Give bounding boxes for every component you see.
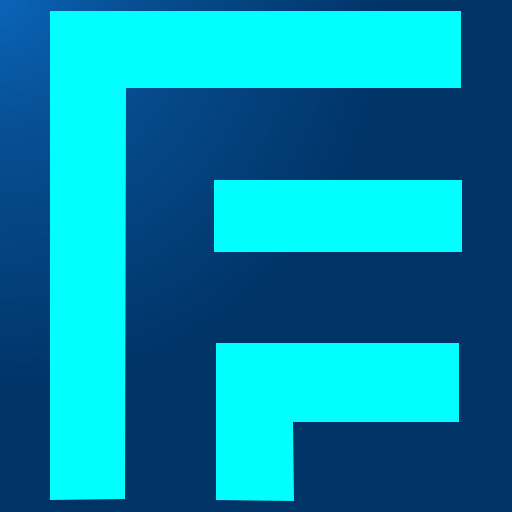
logo-lower-stroke [216,343,459,501]
logo-middle-bar [214,180,462,252]
app-icon-tile [0,0,512,512]
stylized-f-logo-icon [50,11,462,501]
